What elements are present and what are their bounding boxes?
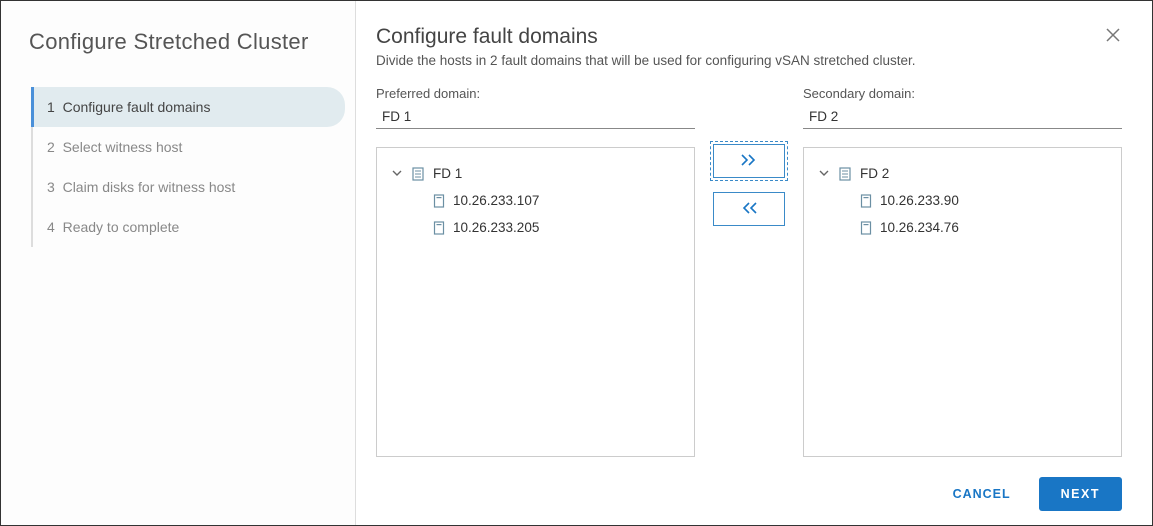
host-ip: 10.26.233.205 (453, 220, 539, 235)
move-right-button[interactable] (713, 144, 785, 178)
preferred-domain-input[interactable] (376, 105, 695, 129)
page-title: Configure fault domains (376, 25, 916, 49)
main-header: Configure fault domains Divide the hosts… (376, 25, 1122, 86)
wizard-step-1[interactable]: 1 Configure fault domains (31, 87, 345, 127)
preferred-host-row[interactable]: 10.26.233.107 (377, 187, 694, 214)
wizard-step-num: 3 (47, 179, 55, 195)
wizard-step-num: 2 (47, 139, 55, 155)
wizard-step-label: Select witness host (63, 139, 183, 155)
wizard-step-2[interactable]: 2 Select witness host (33, 127, 345, 167)
double-chevron-right-icon (740, 153, 758, 169)
wizard-step-3[interactable]: 3 Claim disks for witness host (33, 167, 345, 207)
move-left-button[interactable] (713, 192, 785, 226)
mover-column (713, 86, 785, 457)
main-panel: Configure fault domains Divide the hosts… (356, 1, 1152, 525)
secondary-host-row[interactable]: 10.26.233.90 (804, 187, 1121, 214)
wizard-step-label: Configure fault domains (63, 99, 211, 115)
secondary-domain-label: Secondary domain: (803, 86, 1122, 101)
wizard-step-4[interactable]: 4 Ready to complete (33, 207, 345, 247)
wizard-step-label: Ready to complete (63, 219, 180, 235)
wizard-step-num: 1 (47, 99, 55, 115)
preferred-domain-column: Preferred domain: FD 1 (376, 86, 695, 457)
host-ip: 10.26.234.76 (880, 220, 959, 235)
domains-row: Preferred domain: FD 1 (376, 86, 1122, 457)
wizard-title: Configure Stretched Cluster (29, 29, 345, 55)
preferred-host-row[interactable]: 10.26.233.205 (377, 214, 694, 241)
host-icon (433, 221, 445, 235)
host-ip: 10.26.233.107 (453, 193, 539, 208)
chevron-down-icon[interactable] (391, 166, 403, 181)
secondary-tree: FD 2 10.26.233.90 10.26.234.76 (803, 147, 1122, 457)
preferred-tree: FD 1 10.26.233.107 10.26.233.205 (376, 147, 695, 457)
configure-stretched-cluster-modal: Configure Stretched Cluster 1 Configure … (0, 0, 1153, 526)
preferred-domain-label: Preferred domain: (376, 86, 695, 101)
next-button[interactable]: NEXT (1039, 477, 1122, 511)
preferred-group-row[interactable]: FD 1 (377, 160, 694, 187)
footer: CANCEL NEXT (376, 457, 1122, 511)
chevron-down-icon[interactable] (818, 166, 830, 181)
secondary-host-row[interactable]: 10.26.234.76 (804, 214, 1121, 241)
host-icon (433, 194, 445, 208)
close-icon[interactable] (1104, 25, 1122, 47)
secondary-domain-column: Secondary domain: FD 2 (803, 86, 1122, 457)
page-subtitle: Divide the hosts in 2 fault domains that… (376, 53, 916, 68)
double-chevron-left-icon (740, 201, 758, 217)
wizard-step-num: 4 (47, 219, 55, 235)
secondary-group-name: FD 2 (860, 166, 889, 181)
secondary-group-row[interactable]: FD 2 (804, 160, 1121, 187)
host-icon (860, 194, 872, 208)
wizard-step-label: Claim disks for witness host (63, 179, 236, 195)
host-icon (860, 221, 872, 235)
preferred-group-name: FD 1 (433, 166, 462, 181)
wizard-sidebar: Configure Stretched Cluster 1 Configure … (1, 1, 356, 525)
wizard-steps: 1 Configure fault domains 2 Select witne… (31, 87, 345, 247)
datacenter-icon (411, 167, 425, 181)
cancel-button[interactable]: CANCEL (943, 479, 1021, 509)
host-ip: 10.26.233.90 (880, 193, 959, 208)
datacenter-icon (838, 167, 852, 181)
secondary-domain-input[interactable] (803, 105, 1122, 129)
